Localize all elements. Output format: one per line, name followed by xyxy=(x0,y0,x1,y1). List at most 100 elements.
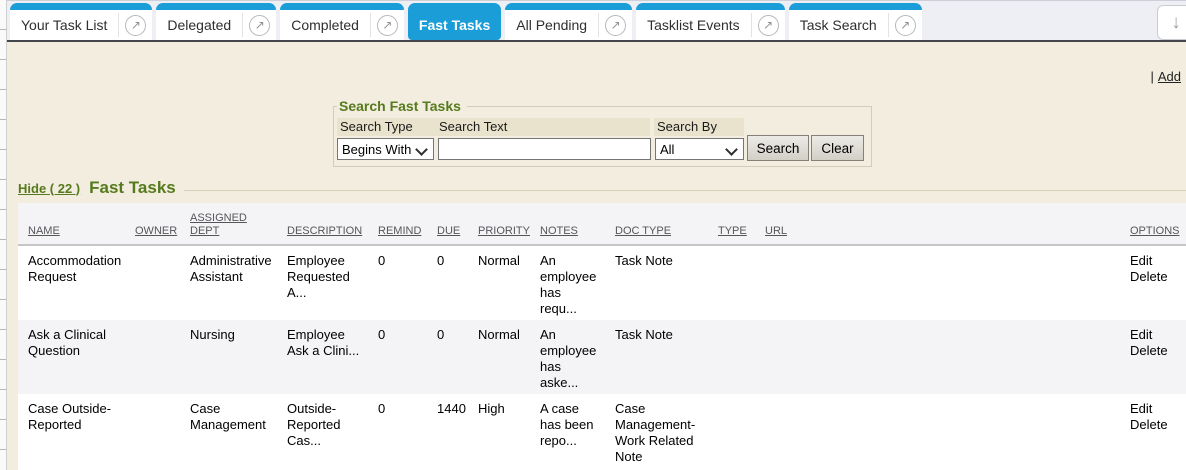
tab-tasklist-events[interactable]: Tasklist Events ↗ xyxy=(636,3,785,40)
add-divider: | xyxy=(1150,69,1153,84)
search-by-selected-value: All xyxy=(660,142,674,157)
search-button[interactable]: Search xyxy=(747,135,809,161)
fast-tasks-section-header: Hide ( 22 ) Fast Tasks xyxy=(18,178,1186,198)
col-header-options[interactable]: OPTIONS xyxy=(1130,225,1186,238)
clear-button[interactable]: Clear xyxy=(811,135,864,161)
cell-url xyxy=(765,327,1130,391)
search-by-label: Search By xyxy=(654,118,744,136)
cell-doc-type: Task Note xyxy=(615,327,718,391)
search-labels-row: Search Type Search Text Search By xyxy=(337,118,865,136)
col-header-due[interactable]: DUE xyxy=(437,225,478,238)
edit-link[interactable]: Edit xyxy=(1130,253,1174,269)
tab-delegated[interactable]: Delegated ↗ xyxy=(156,3,276,40)
tab-all-pending[interactable]: All Pending ↗ xyxy=(505,3,632,40)
tab-label: Task Search xyxy=(789,17,888,33)
cell-notes: An employee has requ... xyxy=(540,253,615,317)
tab-divider xyxy=(242,13,243,37)
cell-type xyxy=(718,401,765,465)
cell-owner xyxy=(135,253,190,317)
cell-description: Outside-Reported Cas... xyxy=(287,401,378,465)
scroll-down-button[interactable]: ↓ xyxy=(1157,5,1186,40)
cell-doc-type: Task Note xyxy=(615,253,718,317)
cell-description: Employee Ask a Clini... xyxy=(287,327,378,391)
tab-label: Completed xyxy=(280,17,370,33)
tab-your-task-list[interactable]: Your Task List ↗ xyxy=(10,3,152,40)
cell-type xyxy=(718,253,765,317)
search-by-select[interactable]: All xyxy=(655,138,744,160)
tab-divider xyxy=(118,13,119,37)
cell-due: 1440 xyxy=(437,401,478,465)
left-ruler-strip xyxy=(0,0,7,470)
popout-icon[interactable]: ↗ xyxy=(125,15,146,36)
search-type-select[interactable]: Begins With xyxy=(337,138,434,160)
tab-divider xyxy=(598,13,599,37)
popout-icon[interactable]: ↗ xyxy=(895,15,916,36)
cell-url xyxy=(765,253,1130,317)
col-header-url[interactable]: URL xyxy=(765,225,1130,238)
table-row: Ask a Clinical Question Nursing Employee… xyxy=(18,320,1186,394)
delete-link[interactable]: Delete xyxy=(1130,343,1174,359)
col-header-name[interactable]: NAME xyxy=(28,225,135,238)
tab-label: All Pending xyxy=(505,17,598,33)
tab-fast-tasks[interactable]: Fast Tasks xyxy=(408,3,501,40)
col-header-assigned-dept[interactable]: ASSIGNED DEPT xyxy=(190,212,287,238)
cell-remind: 0 xyxy=(378,253,437,317)
cell-name: Ask a Clinical Question xyxy=(28,327,135,391)
cell-assigned-dept: Nursing xyxy=(190,327,287,391)
col-header-notes[interactable]: NOTES xyxy=(540,225,615,238)
down-arrow-icon: ↓ xyxy=(1171,12,1181,34)
delete-link[interactable]: Delete xyxy=(1130,269,1174,285)
popout-icon[interactable]: ↗ xyxy=(605,15,626,36)
edit-link[interactable]: Edit xyxy=(1130,401,1174,417)
popout-icon[interactable]: ↗ xyxy=(758,15,779,36)
add-row: | Add xyxy=(1150,69,1181,84)
tab-label: Your Task List xyxy=(10,17,118,33)
col-header-priority[interactable]: PRIORITY xyxy=(478,225,540,238)
cell-options: Edit Delete xyxy=(1130,401,1186,465)
col-header-type[interactable]: TYPE xyxy=(718,225,765,238)
tab-label: Tasklist Events xyxy=(636,17,751,33)
cell-name: Case Outside-Reported xyxy=(28,401,135,465)
fast-tasks-table: NAME OWNER ASSIGNED DEPT DESCRIPTION REM… xyxy=(18,203,1186,470)
cell-name: Accommodation Request xyxy=(28,253,135,317)
tab-completed[interactable]: Completed ↗ xyxy=(280,3,404,40)
col-header-description[interactable]: DESCRIPTION xyxy=(287,225,378,238)
cell-due: 0 xyxy=(437,253,478,317)
search-panel-title: Search Fast Tasks xyxy=(337,98,467,114)
cell-options: Edit Delete xyxy=(1130,253,1186,317)
tab-divider xyxy=(888,13,889,37)
col-header-remind[interactable]: REMIND xyxy=(378,225,437,238)
cell-due: 0 xyxy=(437,327,478,391)
cell-owner xyxy=(135,327,190,391)
cell-assigned-dept: Case Management xyxy=(190,401,287,465)
tab-label: Delegated xyxy=(156,17,242,33)
cell-type xyxy=(718,327,765,391)
popout-icon[interactable]: ↗ xyxy=(249,15,270,36)
search-text-input[interactable] xyxy=(438,138,651,160)
add-link[interactable]: Add xyxy=(1158,69,1181,84)
table-header-row: NAME OWNER ASSIGNED DEPT DESCRIPTION REM… xyxy=(18,203,1186,246)
search-buttons: Search Clear xyxy=(747,135,864,161)
cell-remind: 0 xyxy=(378,327,437,391)
table-row: Accommodation Request Administrative Ass… xyxy=(18,246,1186,320)
edit-link[interactable]: Edit xyxy=(1130,327,1174,343)
cell-remind: 0 xyxy=(378,401,437,465)
cell-notes: A case has been repo... xyxy=(540,401,615,465)
cell-doc-type: Case Management-Work Related Note xyxy=(615,401,718,465)
search-type-label: Search Type xyxy=(337,118,436,136)
tab-task-search[interactable]: Task Search ↗ xyxy=(789,3,922,40)
hide-count-link[interactable]: Hide ( 22 ) xyxy=(18,181,80,196)
section-rule xyxy=(184,190,1186,191)
col-header-doc-type[interactable]: DOC TYPE xyxy=(615,225,718,238)
popout-icon[interactable]: ↗ xyxy=(377,15,398,36)
tab-divider xyxy=(370,13,371,37)
table-row: Case Outside-Reported Case Management Ou… xyxy=(18,394,1186,468)
search-fast-tasks-panel: Search Fast Tasks Search Type Search Tex… xyxy=(333,98,872,167)
tab-divider xyxy=(751,13,752,37)
cell-description: Employee Requested A... xyxy=(287,253,378,317)
search-text-label: Search Text xyxy=(436,118,650,136)
search-type-selected-value: Begins With xyxy=(342,142,411,157)
col-header-owner[interactable]: OWNER xyxy=(135,225,190,238)
delete-link[interactable]: Delete xyxy=(1130,417,1174,433)
cell-priority: Normal xyxy=(478,253,540,317)
